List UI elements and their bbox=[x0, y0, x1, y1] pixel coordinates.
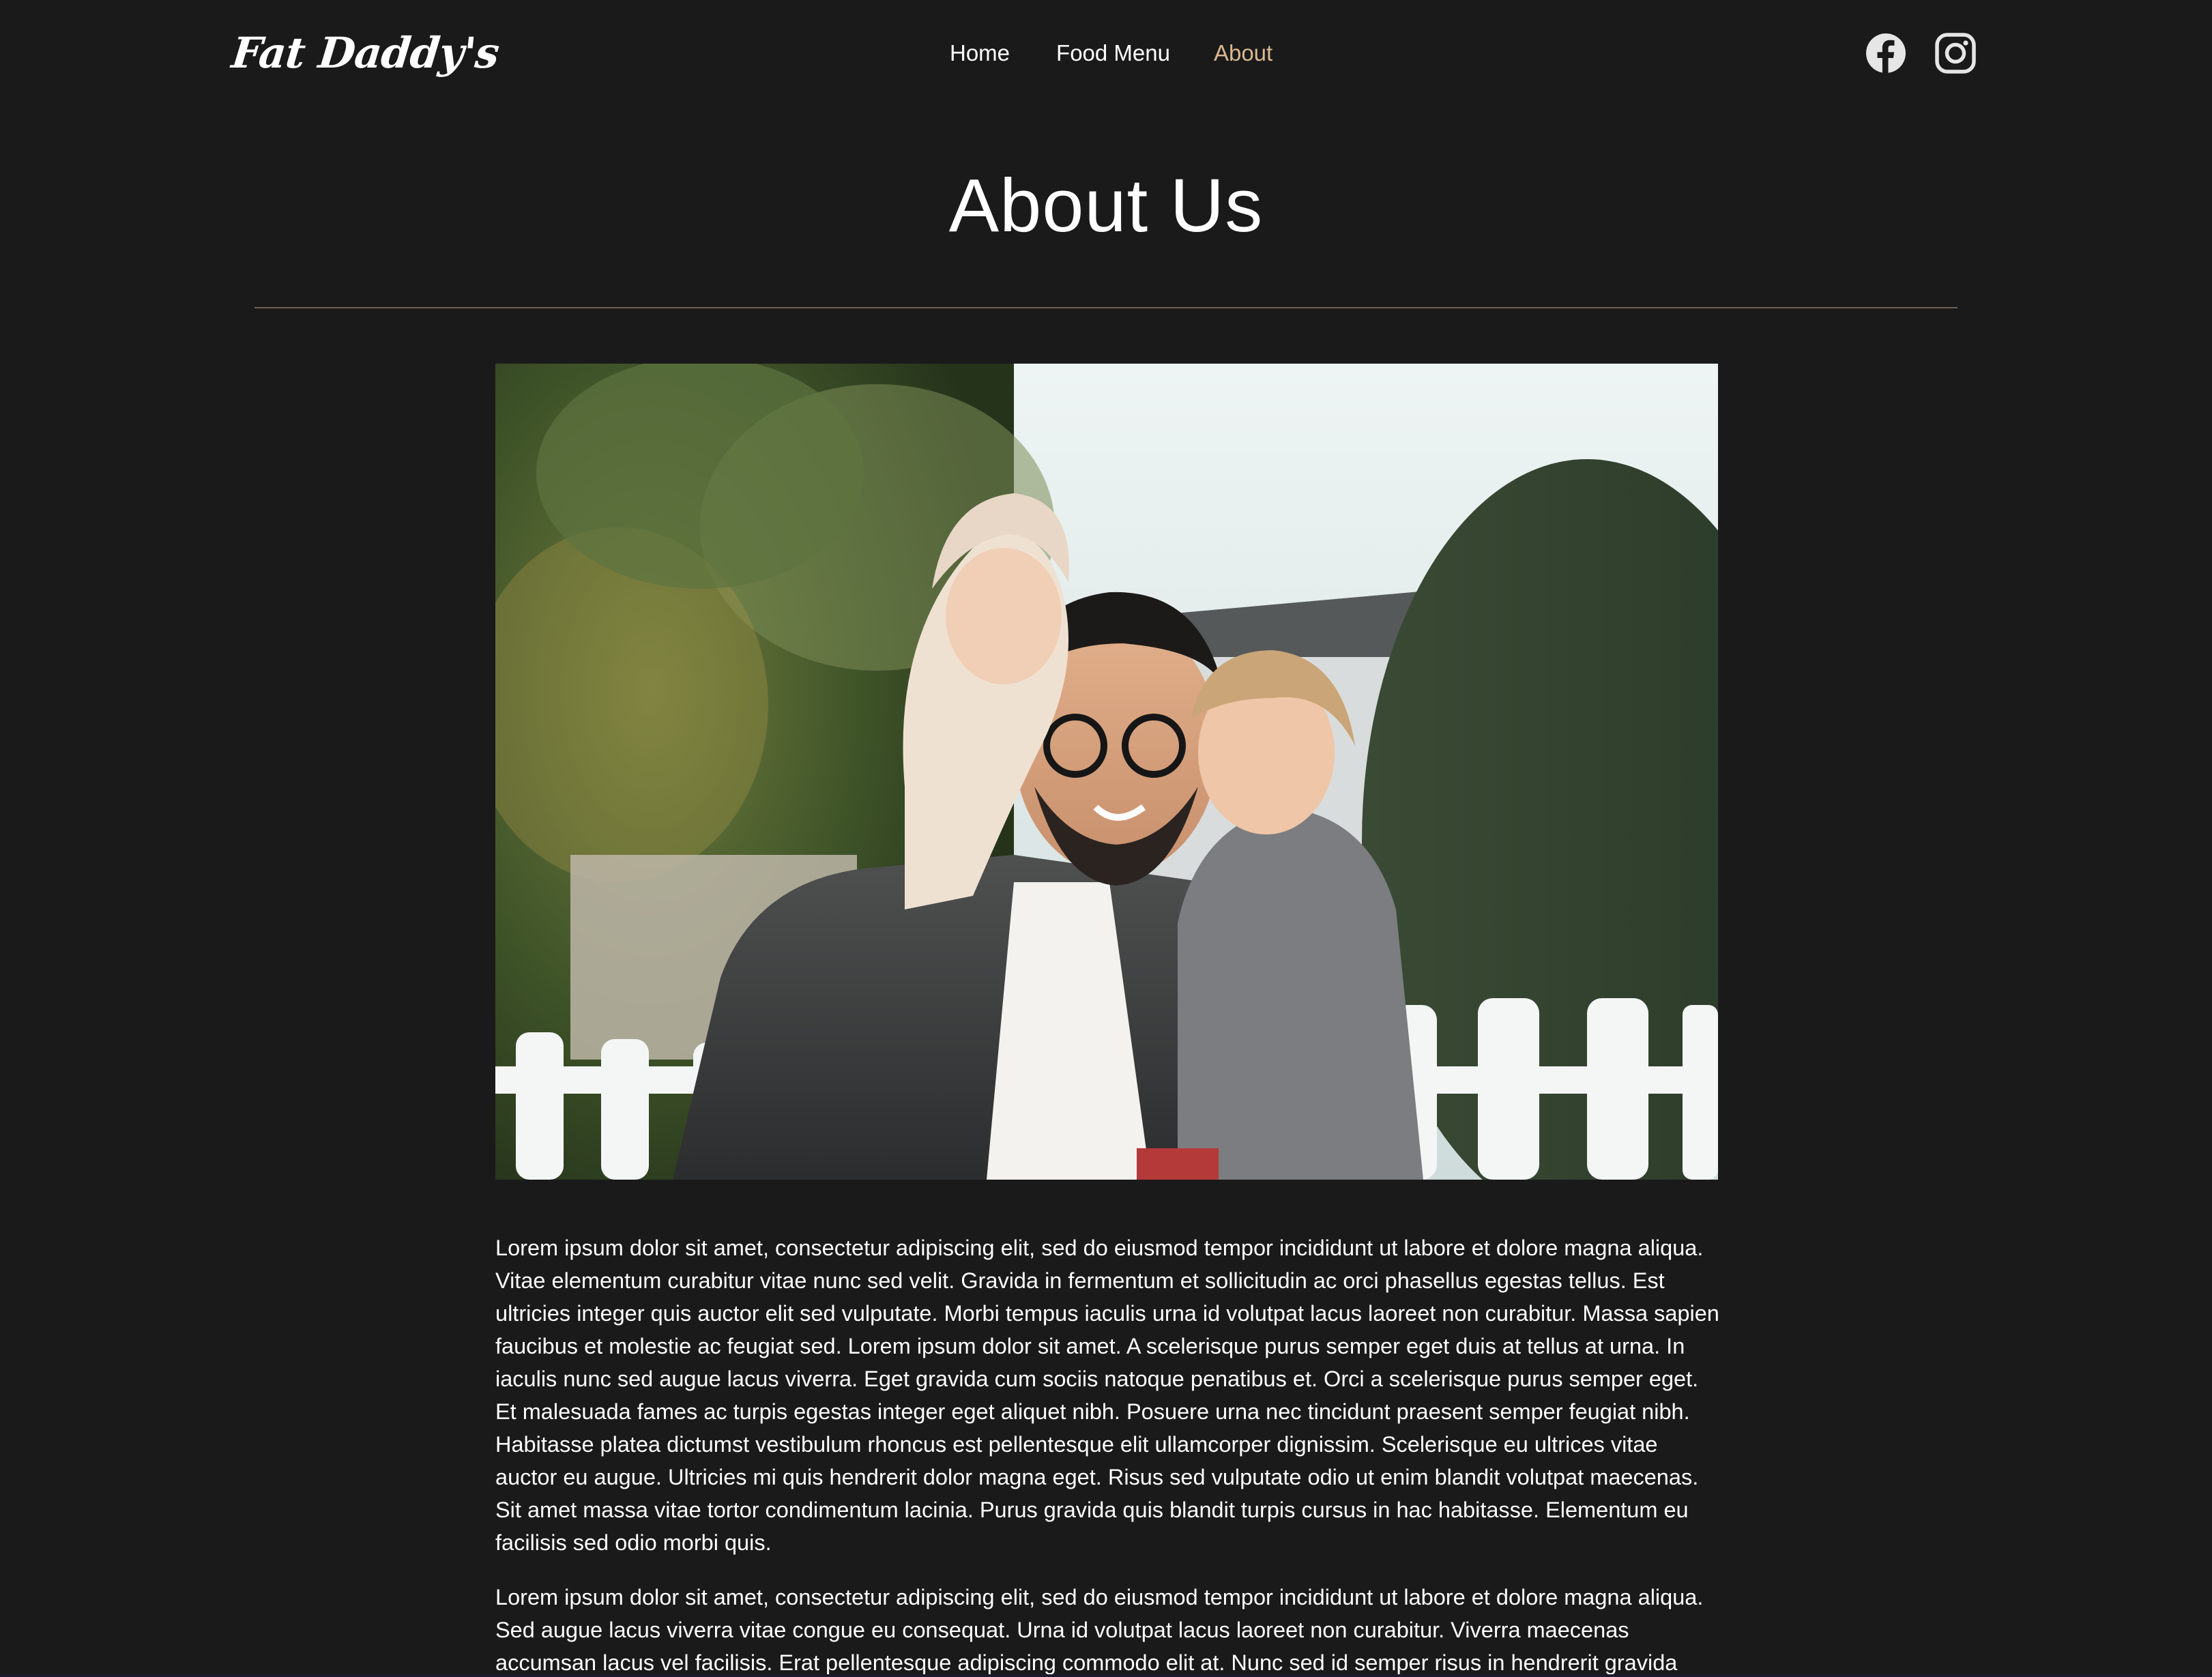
nav-item-about[interactable]: About bbox=[1214, 35, 1272, 71]
nav-item-food-menu[interactable]: Food Menu bbox=[1056, 35, 1170, 71]
window-bottom-edge bbox=[0, 1674, 2212, 1677]
facebook-icon[interactable] bbox=[1864, 31, 1908, 75]
about-content: Lorem ipsum dolor sit amet, consectetur … bbox=[495, 1231, 1723, 1677]
about-paragraph: Lorem ipsum dolor sit amet, consectetur … bbox=[495, 1236, 1719, 1555]
brand-logo[interactable]: Fat Daddy's bbox=[229, 26, 501, 81]
page-title: About Us bbox=[948, 164, 1264, 248]
site-header: Fat Daddy's Home Food Menu About bbox=[0, 0, 2212, 109]
instagram-icon[interactable] bbox=[1934, 31, 1977, 75]
nav-item-home[interactable]: Home bbox=[950, 35, 1010, 71]
main-nav: Home Food Menu About bbox=[950, 35, 1272, 71]
hero-photo bbox=[495, 364, 1718, 1180]
about-paragraph: Lorem ipsum dolor sit amet, consectetur … bbox=[495, 1585, 1704, 1675]
social-links bbox=[1864, 31, 1977, 75]
title-divider bbox=[254, 307, 1958, 308]
